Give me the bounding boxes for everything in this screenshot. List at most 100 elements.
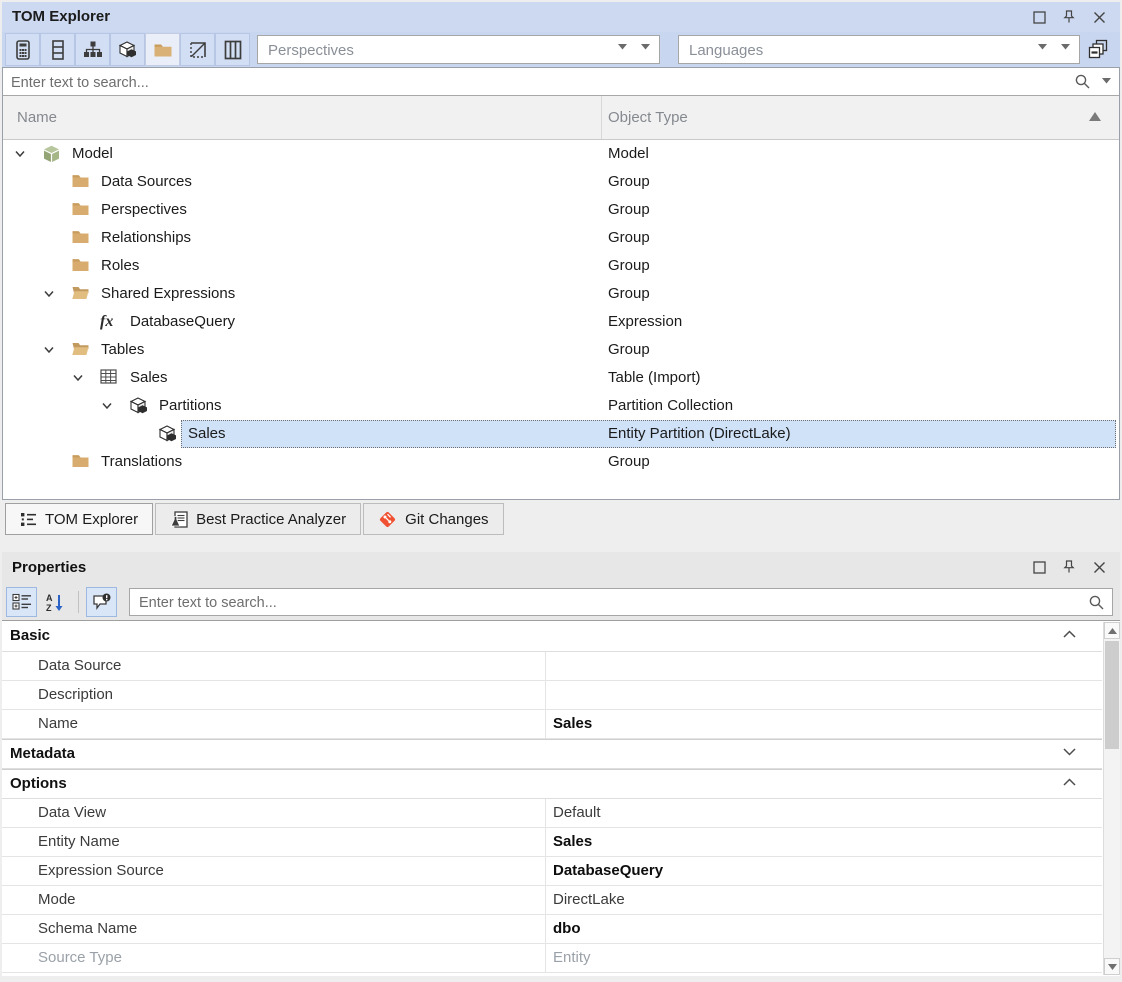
property-row-mode: ModeDirectLake [2, 886, 1102, 915]
property-value[interactable]: DatabaseQuery [546, 857, 1102, 885]
close-button[interactable] [1088, 556, 1110, 578]
property-value[interactable]: Sales [546, 828, 1102, 856]
hierarchies-icon [83, 41, 103, 59]
tree-row[interactable]: Data SourcesGroup [3, 168, 1119, 196]
tree-node-object-type: Model [608, 140, 649, 168]
tree-chevron-icon[interactable] [100, 399, 114, 413]
column-header-name[interactable]: Name [17, 96, 57, 139]
tree-row[interactable]: SalesTable (Import) [3, 364, 1119, 392]
properties-title: Properties [12, 552, 86, 584]
properties-search-input[interactable] [137, 591, 1071, 615]
scroll-up-button[interactable] [1104, 622, 1120, 639]
maximize-button[interactable] [1028, 6, 1050, 28]
bpa-icon [170, 511, 188, 528]
column-header-object-type[interactable]: Object Type [608, 96, 688, 139]
tree-list-icon [20, 512, 37, 527]
folders-toggle-button[interactable] [145, 33, 180, 66]
folder-icon [71, 173, 90, 189]
close-button[interactable] [1088, 6, 1110, 28]
tree-row[interactable]: RelationshipsGroup [3, 224, 1119, 252]
perspectives-combo[interactable] [257, 35, 660, 64]
measures-icon [14, 40, 32, 60]
columns-toggle-button[interactable] [40, 33, 75, 66]
property-value[interactable] [546, 652, 1102, 680]
tom-explorer-title: TOM Explorer [12, 2, 110, 32]
row-highlight [94, 448, 1116, 476]
tree-row[interactable]: TablesGroup [3, 336, 1119, 364]
table-columns-toggle-button[interactable] [215, 33, 250, 66]
scrollbar-thumb[interactable] [1105, 641, 1119, 749]
category-row-basic[interactable]: Basic [2, 622, 1102, 652]
tree-row[interactable]: PerspectivesGroup [3, 196, 1119, 224]
tree-row[interactable]: TranslationsGroup [3, 448, 1119, 476]
tab-git-changes[interactable]: Git Changes [363, 503, 503, 535]
collapse-chevron-icon[interactable] [1063, 778, 1076, 786]
property-row-schema-name: Schema Namedbo [2, 915, 1102, 944]
tab-best-practice-analyzer[interactable]: Best Practice Analyzer [155, 503, 361, 535]
tree-chevron-icon[interactable] [42, 343, 56, 357]
folder-icon [71, 257, 90, 273]
property-row-data-source: Data Source [2, 652, 1102, 681]
tab-label: Git Changes [405, 511, 488, 528]
svg-text:Z: Z [46, 603, 52, 612]
git-icon [378, 510, 397, 529]
description-bubble-button[interactable] [86, 587, 117, 617]
languages-input[interactable] [687, 37, 1027, 64]
property-value: Entity [546, 944, 1102, 972]
partitions-toggle-button[interactable] [110, 33, 145, 66]
pin-button[interactable] [1058, 556, 1080, 578]
property-value[interactable]: dbo [546, 915, 1102, 943]
tree-row[interactable]: fxDatabaseQueryExpression [3, 308, 1119, 336]
tree-node-object-type: Group [608, 336, 650, 364]
tab-tom-explorer[interactable]: TOM Explorer [5, 503, 153, 535]
category-row-metadata[interactable]: Metadata [2, 739, 1102, 769]
property-label: Entity Name [2, 828, 546, 856]
collapse-chevron-icon[interactable] [1063, 630, 1076, 638]
tree-row[interactable]: RolesGroup [3, 252, 1119, 280]
category-row-options[interactable]: Options [2, 769, 1102, 799]
hidden-objects-toggle-button[interactable] [180, 33, 215, 66]
property-row-expression-source: Expression SourceDatabaseQuery [2, 857, 1102, 886]
tree-chevron-icon[interactable] [71, 371, 85, 385]
tree-row[interactable]: SalesEntity Partition (DirectLake) [3, 420, 1119, 448]
measures-toggle-button[interactable] [5, 33, 40, 66]
tree-row[interactable]: ModelModel [3, 140, 1119, 168]
property-value[interactable] [546, 681, 1102, 709]
chevron-down-icon[interactable] [618, 44, 627, 50]
search-icon[interactable] [1088, 594, 1105, 611]
search-icon[interactable] [1074, 73, 1091, 90]
expand-chevron-icon[interactable] [1063, 748, 1076, 756]
pin-button[interactable] [1058, 6, 1080, 28]
categorized-button[interactable] [6, 587, 37, 617]
properties-toolbar: AZ [2, 584, 1120, 620]
row-highlight [94, 224, 1116, 252]
chevron-down-icon[interactable] [1038, 44, 1047, 50]
tree-row[interactable]: PartitionsPartition Collection [3, 392, 1119, 420]
maximize-button[interactable] [1028, 556, 1050, 578]
property-row-source-type: Source TypeEntity [2, 944, 1102, 973]
tree-chevron-icon[interactable] [42, 287, 56, 301]
chevron-down-icon[interactable] [1102, 78, 1111, 84]
vertical-scrollbar[interactable] [1103, 622, 1120, 975]
tom-search-input[interactable] [9, 70, 1053, 95]
perspectives-input[interactable] [266, 37, 607, 64]
row-highlight [94, 336, 1116, 364]
tree-chevron-icon[interactable] [13, 147, 27, 161]
property-row-description: Description [2, 681, 1102, 710]
chevron-down-icon[interactable] [1061, 44, 1070, 50]
property-value[interactable]: Default [546, 799, 1102, 827]
hidden-objects-icon [189, 41, 207, 59]
languages-combo[interactable] [678, 35, 1080, 64]
sort-alpha-button[interactable]: AZ [40, 587, 71, 617]
tree-node-label: Relationships [101, 224, 191, 252]
property-value[interactable]: Sales [546, 710, 1102, 738]
chevron-down-icon[interactable] [641, 44, 650, 50]
tree-node-object-type: Group [608, 448, 650, 476]
tree-row[interactable]: Shared ExpressionsGroup [3, 280, 1119, 308]
scroll-down-button[interactable] [1104, 958, 1120, 975]
column-divider[interactable] [601, 96, 602, 139]
folders-icon [153, 42, 173, 58]
hierarchies-toggle-button[interactable] [75, 33, 110, 66]
cascade-icon[interactable] [1088, 39, 1109, 60]
property-value[interactable]: DirectLake [546, 886, 1102, 914]
